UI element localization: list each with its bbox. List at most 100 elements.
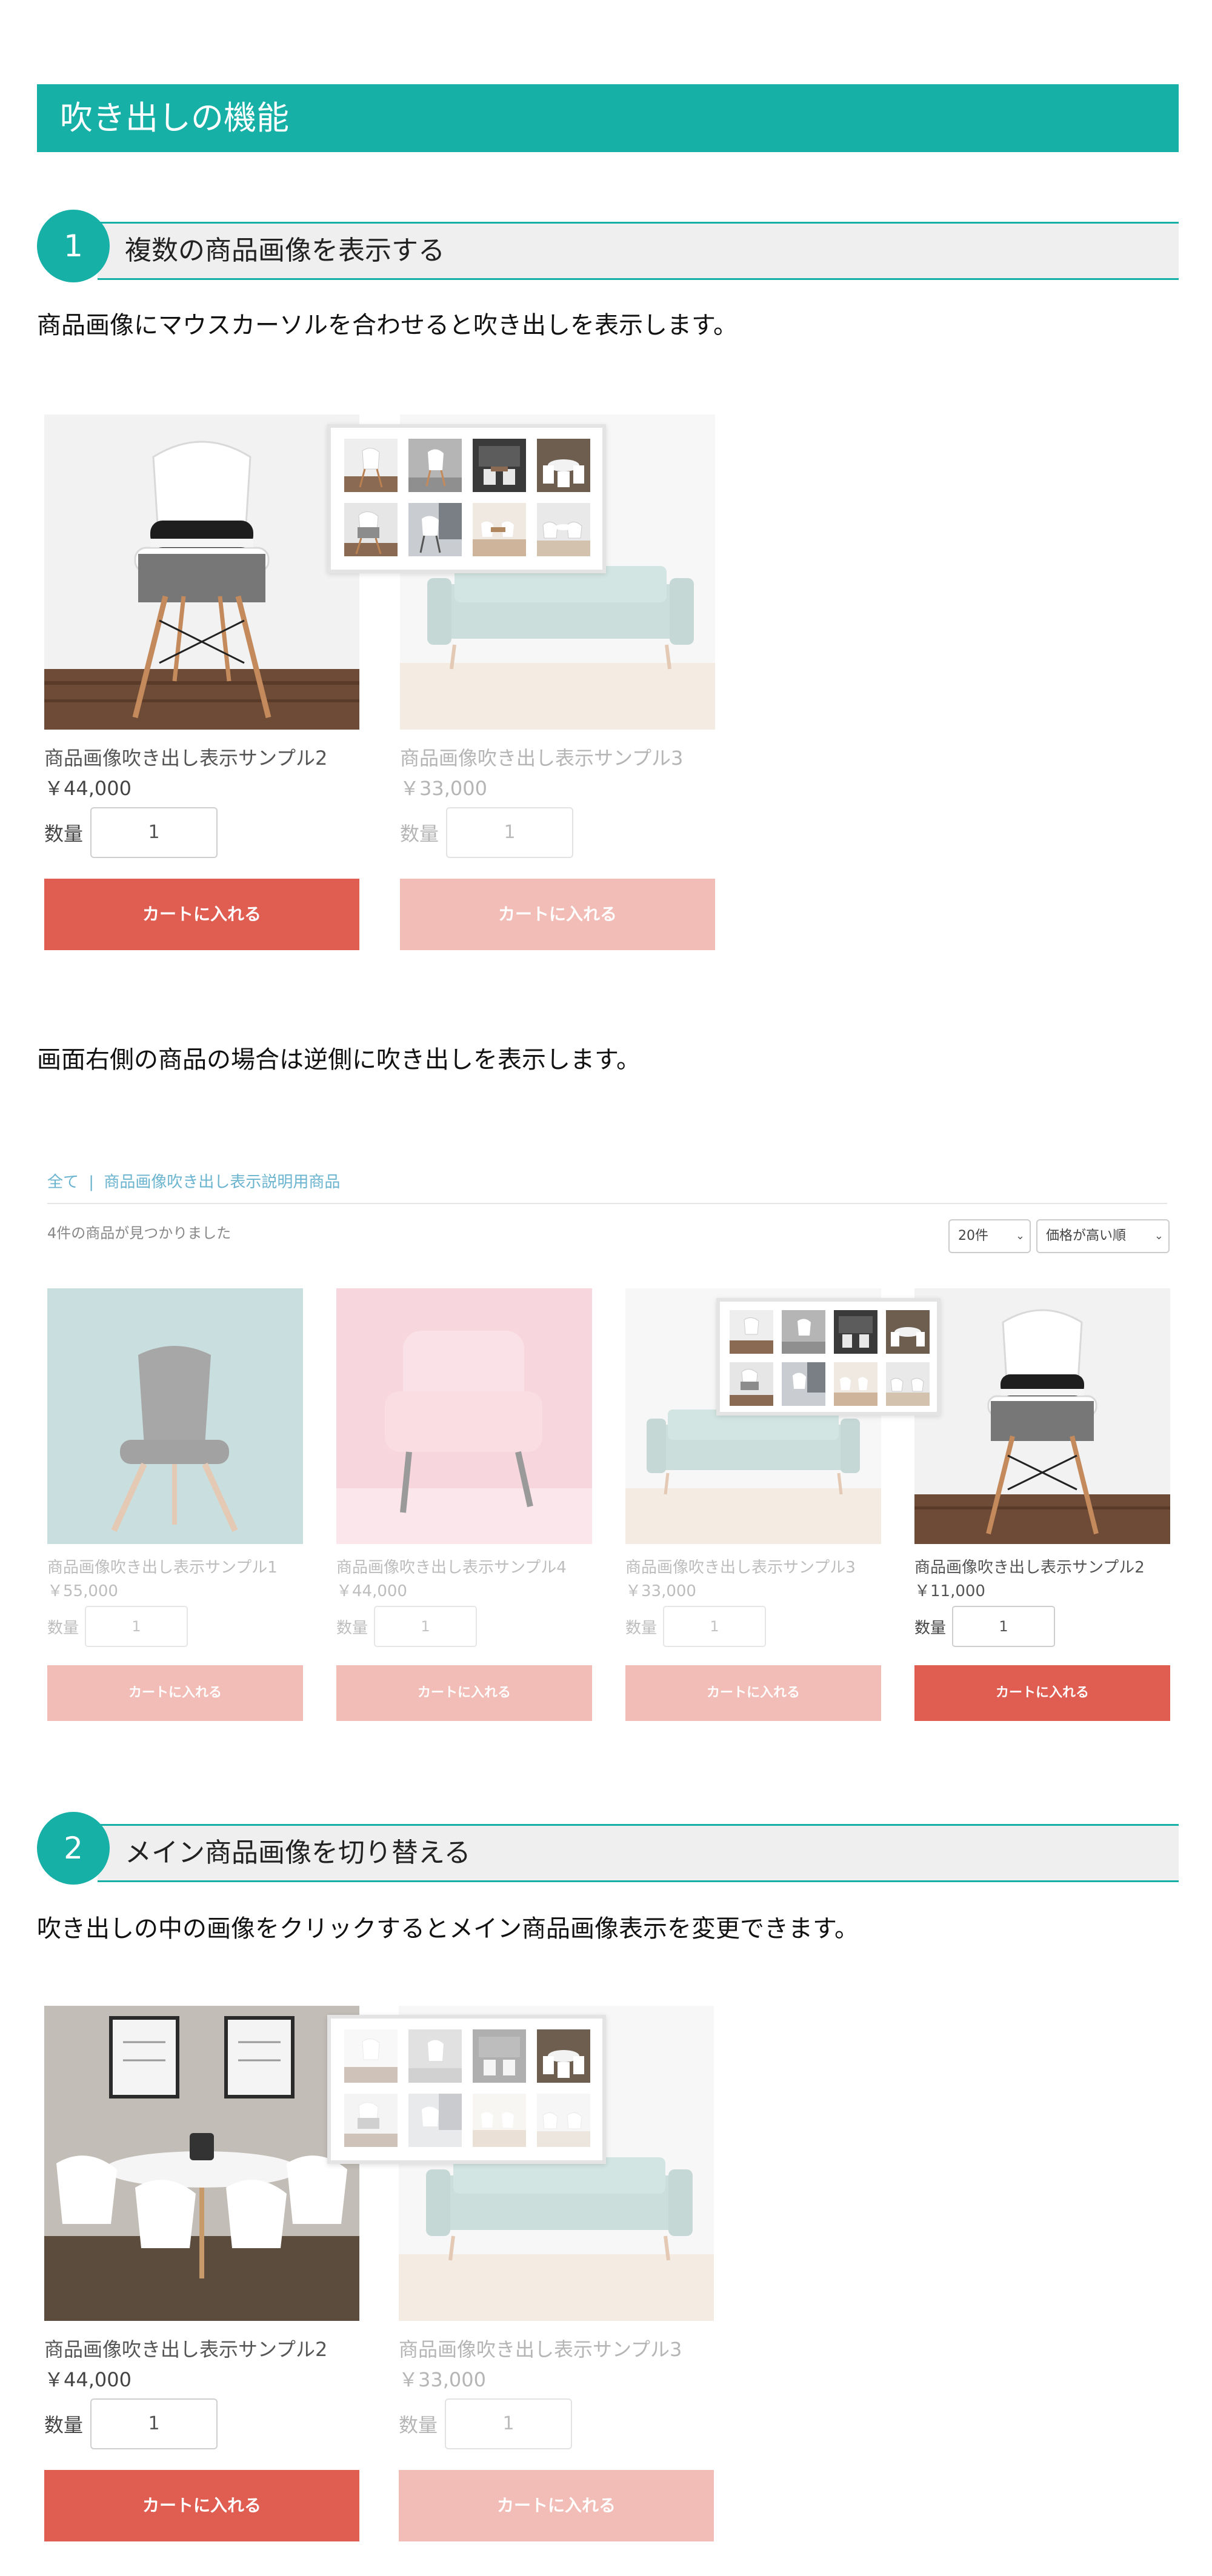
quantity-label: 数量 xyxy=(44,822,84,845)
quantity-input[interactable]: 1 xyxy=(952,1606,1055,1647)
popup-thumbnail[interactable] xyxy=(344,2029,398,2083)
pink-armchair-image xyxy=(336,1288,592,1544)
quantity-label: 数量 xyxy=(47,1619,79,1637)
add-to-cart-button[interactable]: カートに入れる xyxy=(44,2470,359,2541)
popup-thumbnail[interactable] xyxy=(834,1362,877,1406)
product-name[interactable]: 商品画像吹き出し表示サンプル3 xyxy=(625,1555,881,1577)
section-1-heading: 1 複数の商品画像を表示する xyxy=(37,210,1179,282)
section-2-description: 吹き出しの中の画像をクリックするとメイン商品画像表示を変更できます。 xyxy=(37,1915,859,1943)
add-to-cart-button[interactable]: カートに入れる xyxy=(44,879,359,950)
thumbnail-popup xyxy=(327,2015,606,2164)
popup-thumbnail[interactable] xyxy=(730,1310,773,1354)
white-chair-with-sneakers-image xyxy=(914,1288,1170,1544)
popup-thumbnail-selected[interactable] xyxy=(537,2029,590,2083)
product-image[interactable] xyxy=(336,1288,592,1544)
popup-thumbnail[interactable] xyxy=(537,2094,590,2147)
thumbnail-popup xyxy=(327,424,606,573)
quantity-label: 数量 xyxy=(336,1619,368,1637)
section-2-heading: 2 メイン商品画像を切り替える xyxy=(37,1812,1179,1885)
chevron-down-icon: ⌄ xyxy=(1015,1230,1025,1242)
quantity-input[interactable]: 1 xyxy=(85,1606,188,1647)
sort-select[interactable]: 価格が高い順 ⌄ xyxy=(1036,1219,1170,1253)
per-page-select[interactable]: 20件 ⌄ xyxy=(948,1219,1031,1253)
quantity-label: 数量 xyxy=(399,2414,438,2437)
section-number: 1 xyxy=(37,210,110,282)
popup-thumbnail[interactable] xyxy=(344,503,398,556)
product-name[interactable]: 商品画像吹き出し表示サンプル1 xyxy=(47,1555,303,1577)
results-count: 4件の商品が見つかりました xyxy=(47,1225,231,1242)
breadcrumb-category-link[interactable]: 商品画像吹き出し表示説明用商品 xyxy=(104,1173,340,1191)
product-name[interactable]: 商品画像吹き出し表示サンプル2 xyxy=(914,1555,1170,1577)
quantity-input[interactable]: 1 xyxy=(374,1606,477,1647)
add-to-cart-button[interactable]: カートに入れる xyxy=(336,1665,592,1721)
per-page-value: 20件 xyxy=(958,1228,988,1243)
white-chair-with-sneakers-image xyxy=(44,414,359,730)
quantity-label: 数量 xyxy=(400,822,439,845)
product-card: 商品画像吹き出し表示サンプル1 ￥55,000 数量 1 カートに入れる xyxy=(47,1288,303,1721)
add-to-cart-button[interactable]: カートに入れる xyxy=(400,879,715,950)
quantity-input[interactable]: 1 xyxy=(90,2398,218,2449)
product-image[interactable] xyxy=(914,1288,1170,1544)
popup-thumbnail[interactable] xyxy=(473,2029,526,2083)
popup-thumbnail[interactable] xyxy=(886,1310,930,1354)
dining-table-set-image xyxy=(44,2006,359,2321)
quantity-input[interactable]: 1 xyxy=(446,807,573,858)
popup-thumbnail[interactable] xyxy=(834,1310,877,1354)
quantity-input[interactable]: 1 xyxy=(663,1606,766,1647)
product-price: ￥44,000 xyxy=(336,1582,407,1600)
product-image[interactable] xyxy=(47,1288,303,1544)
section-title: 複数の商品画像を表示する xyxy=(125,235,445,266)
product-name[interactable]: 商品画像吹き出し表示サンプル3 xyxy=(399,2334,714,2362)
section-title: メイン商品画像を切り替える xyxy=(125,1837,471,1868)
product-card: 商品画像吹き出し表示サンプル2 ￥44,000 数量 1 カートに入れる xyxy=(44,414,359,950)
product-card: 商品画像吹き出し表示サンプル2 ￥44,000 数量 1 カートに入れる xyxy=(44,2006,359,2541)
popup-thumbnail[interactable] xyxy=(782,1362,825,1406)
product-card: 商品画像吹き出し表示サンプル4 ￥44,000 数量 1 カートに入れる xyxy=(336,1288,592,1721)
product-price: ￥44,000 xyxy=(44,777,132,800)
popup-thumbnail[interactable] xyxy=(886,1362,930,1406)
product-name[interactable]: 商品画像吹き出し表示サンプル3 xyxy=(400,743,715,771)
chevron-down-icon: ⌄ xyxy=(1154,1230,1164,1242)
popup-thumbnail[interactable] xyxy=(344,439,398,492)
breadcrumb-separator: | xyxy=(88,1173,95,1191)
popup-thumbnail[interactable] xyxy=(408,2029,462,2083)
popup-thumbnail[interactable] xyxy=(473,503,526,556)
product-price: ￥33,000 xyxy=(399,2368,486,2391)
popup-thumbnail[interactable] xyxy=(473,439,526,492)
product-name[interactable]: 商品画像吹き出し表示サンプル4 xyxy=(336,1555,592,1577)
quantity-input[interactable]: 1 xyxy=(90,807,218,858)
popup-thumbnail[interactable] xyxy=(344,2094,398,2147)
popup-thumbnail[interactable] xyxy=(408,2094,462,2147)
popup-thumbnail[interactable] xyxy=(408,439,462,492)
product-name[interactable]: 商品画像吹き出し表示サンプル2 xyxy=(44,2334,359,2362)
sort-value: 価格が高い順 xyxy=(1046,1228,1127,1243)
thumbnail-popup xyxy=(716,1298,941,1416)
divider xyxy=(47,1203,1167,1204)
popup-thumbnail[interactable] xyxy=(473,2094,526,2147)
product-price: ￥11,000 xyxy=(914,1582,985,1600)
grey-chair-image xyxy=(47,1288,303,1544)
breadcrumb: 全て | 商品画像吹き出し表示説明用商品 xyxy=(47,1170,340,1192)
product-price: ￥55,000 xyxy=(47,1582,118,1600)
popup-thumbnail[interactable] xyxy=(730,1362,773,1406)
product-price: ￥44,000 xyxy=(44,2368,132,2391)
popup-thumbnail[interactable] xyxy=(537,439,590,492)
popup-thumbnail[interactable] xyxy=(537,503,590,556)
popup-thumbnail[interactable] xyxy=(408,503,462,556)
add-to-cart-button[interactable]: カートに入れる xyxy=(47,1665,303,1721)
add-to-cart-button[interactable]: カートに入れる xyxy=(399,2470,714,2541)
section-1-description-2: 画面右側の商品の場合は逆側に吹き出しを表示します。 xyxy=(37,1046,641,1074)
quantity-label: 数量 xyxy=(625,1619,658,1637)
breadcrumb-all-link[interactable]: 全て xyxy=(47,1173,79,1191)
product-name[interactable]: 商品画像吹き出し表示サンプル2 xyxy=(44,743,359,771)
quantity-label: 数量 xyxy=(44,2414,84,2437)
quantity-label: 数量 xyxy=(914,1619,947,1637)
product-image[interactable] xyxy=(44,2006,359,2321)
quantity-input[interactable]: 1 xyxy=(445,2398,572,2449)
add-to-cart-button[interactable]: カートに入れる xyxy=(625,1665,881,1721)
page-banner: 吹き出しの機能 xyxy=(37,84,1179,152)
product-card: 商品画像吹き出し表示サンプル2 ￥11,000 数量 1 カートに入れる xyxy=(914,1288,1170,1721)
popup-thumbnail[interactable] xyxy=(782,1310,825,1354)
add-to-cart-button[interactable]: カートに入れる xyxy=(914,1665,1170,1721)
product-image[interactable] xyxy=(44,414,359,730)
